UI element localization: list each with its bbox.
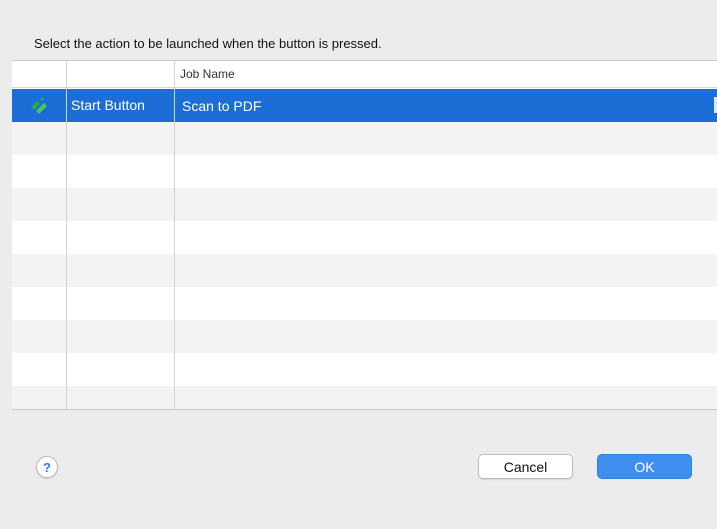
table-row (12, 287, 717, 320)
button-assignment-dialog: Select the action to be launched when th… (0, 0, 717, 529)
table-row (12, 188, 717, 221)
cancel-button[interactable]: Cancel (478, 454, 573, 479)
table-row (12, 155, 717, 188)
table-rows: Start Button Scan to PDF (12, 89, 717, 409)
instruction-text: Select the action to be launched when th… (34, 36, 382, 51)
table-row (12, 122, 717, 155)
job-name-cell: Scan to PDF (182, 98, 262, 114)
table-row[interactable]: Start Button Scan to PDF (12, 89, 717, 122)
table-row (12, 254, 717, 287)
button-name-cell: Start Button (71, 97, 145, 113)
help-button[interactable]: ? (36, 456, 58, 478)
table-row (12, 386, 717, 409)
table-row (12, 221, 717, 254)
epson-scan-icon (12, 89, 66, 122)
column-divider (66, 61, 67, 409)
table-header: Job Name (12, 61, 717, 88)
column-divider (174, 61, 175, 409)
ok-button[interactable]: OK (597, 454, 692, 479)
table-row (12, 320, 717, 353)
table-row (12, 353, 717, 386)
column-header-job-name[interactable]: Job Name (180, 67, 235, 81)
job-table: Job Name Start Button Scan to PDF (12, 60, 717, 410)
